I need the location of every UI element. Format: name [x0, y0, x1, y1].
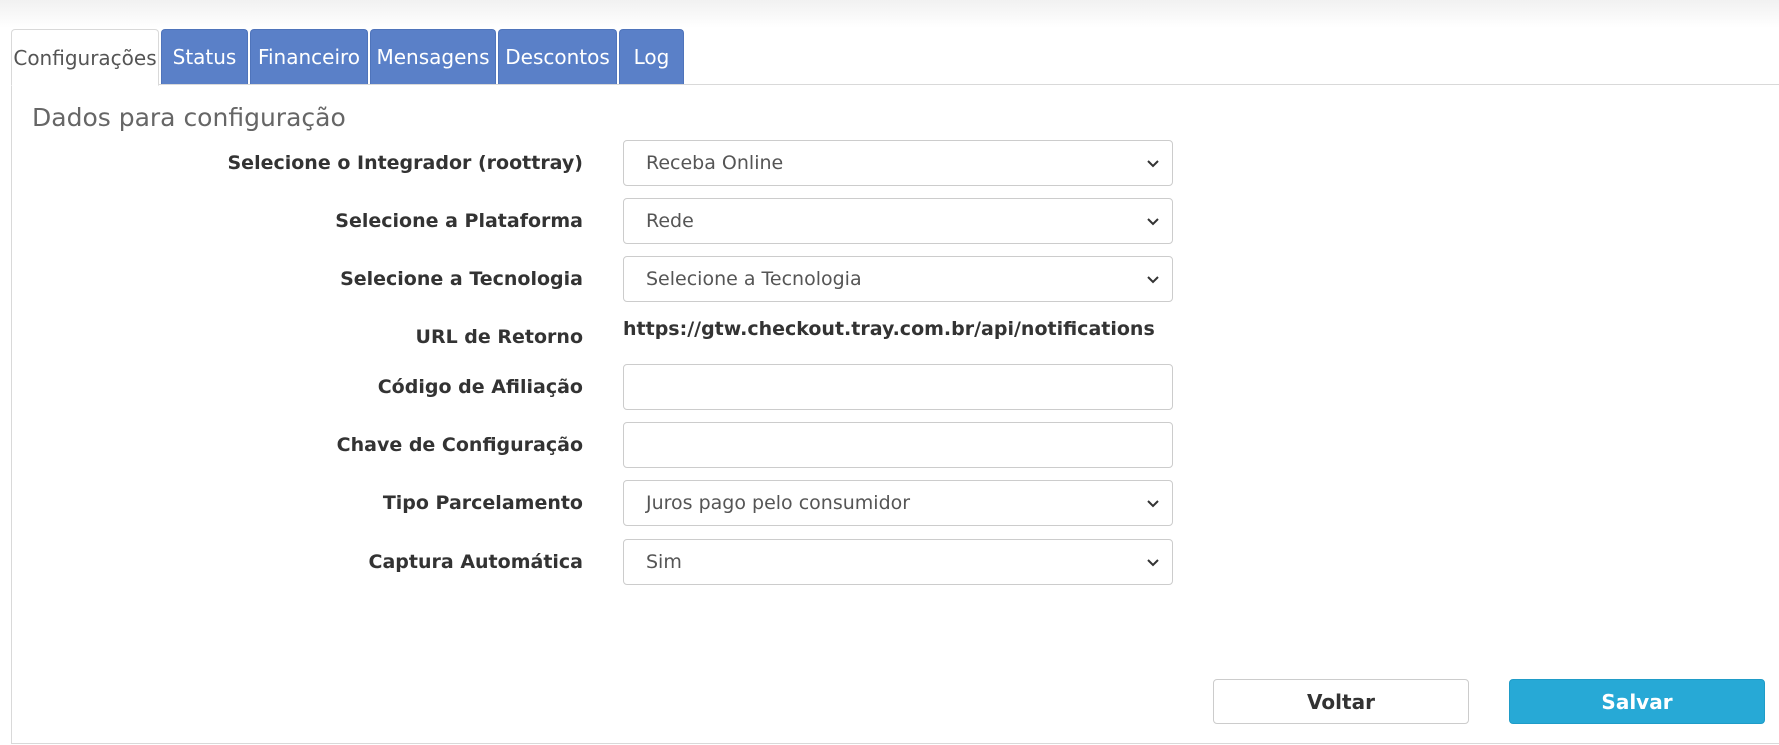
back-button[interactable]: Voltar	[1213, 679, 1469, 724]
chevron-down-icon	[1147, 500, 1159, 508]
row-tecnologia: Selecione a Tecnologia Selecione a Tecno…	[0, 256, 1200, 302]
tab-log[interactable]: Log	[619, 29, 684, 84]
tipo-parcelamento-select[interactable]: Juros pago pelo consumidor	[623, 480, 1173, 526]
captura-automatica-value: Sim	[646, 551, 682, 573]
tab-status[interactable]: Status	[161, 29, 248, 84]
chevron-down-icon	[1147, 218, 1159, 226]
row-tipo-parcelamento: Tipo Parcelamento Juros pago pelo consum…	[0, 480, 1200, 526]
plataforma-select[interactable]: Rede	[623, 198, 1173, 244]
integrador-label: Selecione o Integrador (roottray)	[227, 152, 584, 174]
plataforma-value: Rede	[646, 210, 694, 232]
tab-descontos[interactable]: Descontos	[498, 29, 617, 84]
chave-configuracao-label: Chave de Configuração	[336, 434, 583, 456]
tecnologia-value: Selecione a Tecnologia	[646, 268, 862, 290]
tab-mensagens[interactable]: Mensagens	[370, 29, 496, 84]
top-shade	[0, 0, 1779, 28]
row-url-retorno: URL de Retorno https://gtw.checkout.tray…	[0, 314, 1200, 360]
chave-configuracao-input[interactable]	[623, 422, 1173, 468]
plataforma-label: Selecione a Plataforma	[335, 210, 583, 232]
chevron-down-icon	[1147, 160, 1159, 168]
url-retorno-label: URL de Retorno	[415, 326, 583, 348]
tab-bar: Configurações Status Financeiro Mensagen…	[11, 29, 686, 86]
tab-configuracoes[interactable]: Configurações	[11, 29, 159, 86]
row-chave-configuracao: Chave de Configuração	[0, 422, 1200, 468]
integrador-value: Receba Online	[646, 152, 784, 174]
row-captura-automatica: Captura Automática Sim	[0, 539, 1200, 585]
url-retorno-value: https://gtw.checkout.tray.com.br/api/not…	[623, 318, 1155, 340]
chevron-down-icon	[1147, 276, 1159, 284]
section-title: Dados para configuração	[32, 103, 346, 132]
tipo-parcelamento-label: Tipo Parcelamento	[382, 492, 583, 514]
tecnologia-label: Selecione a Tecnologia	[340, 268, 583, 290]
captura-automatica-label: Captura Automática	[368, 551, 583, 573]
row-plataforma: Selecione a Plataforma Rede	[0, 198, 1200, 244]
tab-financeiro[interactable]: Financeiro	[250, 29, 368, 84]
save-button[interactable]: Salvar	[1509, 679, 1765, 724]
integrador-select[interactable]: Receba Online	[623, 140, 1173, 186]
row-codigo-afiliacao: Código de Afiliação	[0, 364, 1200, 410]
codigo-afiliacao-input[interactable]	[623, 364, 1173, 410]
captura-automatica-select[interactable]: Sim	[623, 539, 1173, 585]
tecnologia-select[interactable]: Selecione a Tecnologia	[623, 256, 1173, 302]
chevron-down-icon	[1147, 559, 1159, 567]
tipo-parcelamento-value: Juros pago pelo consumidor	[646, 492, 911, 514]
codigo-afiliacao-label: Código de Afiliação	[377, 376, 583, 398]
row-integrador: Selecione o Integrador (roottray) Receba…	[0, 140, 1200, 186]
